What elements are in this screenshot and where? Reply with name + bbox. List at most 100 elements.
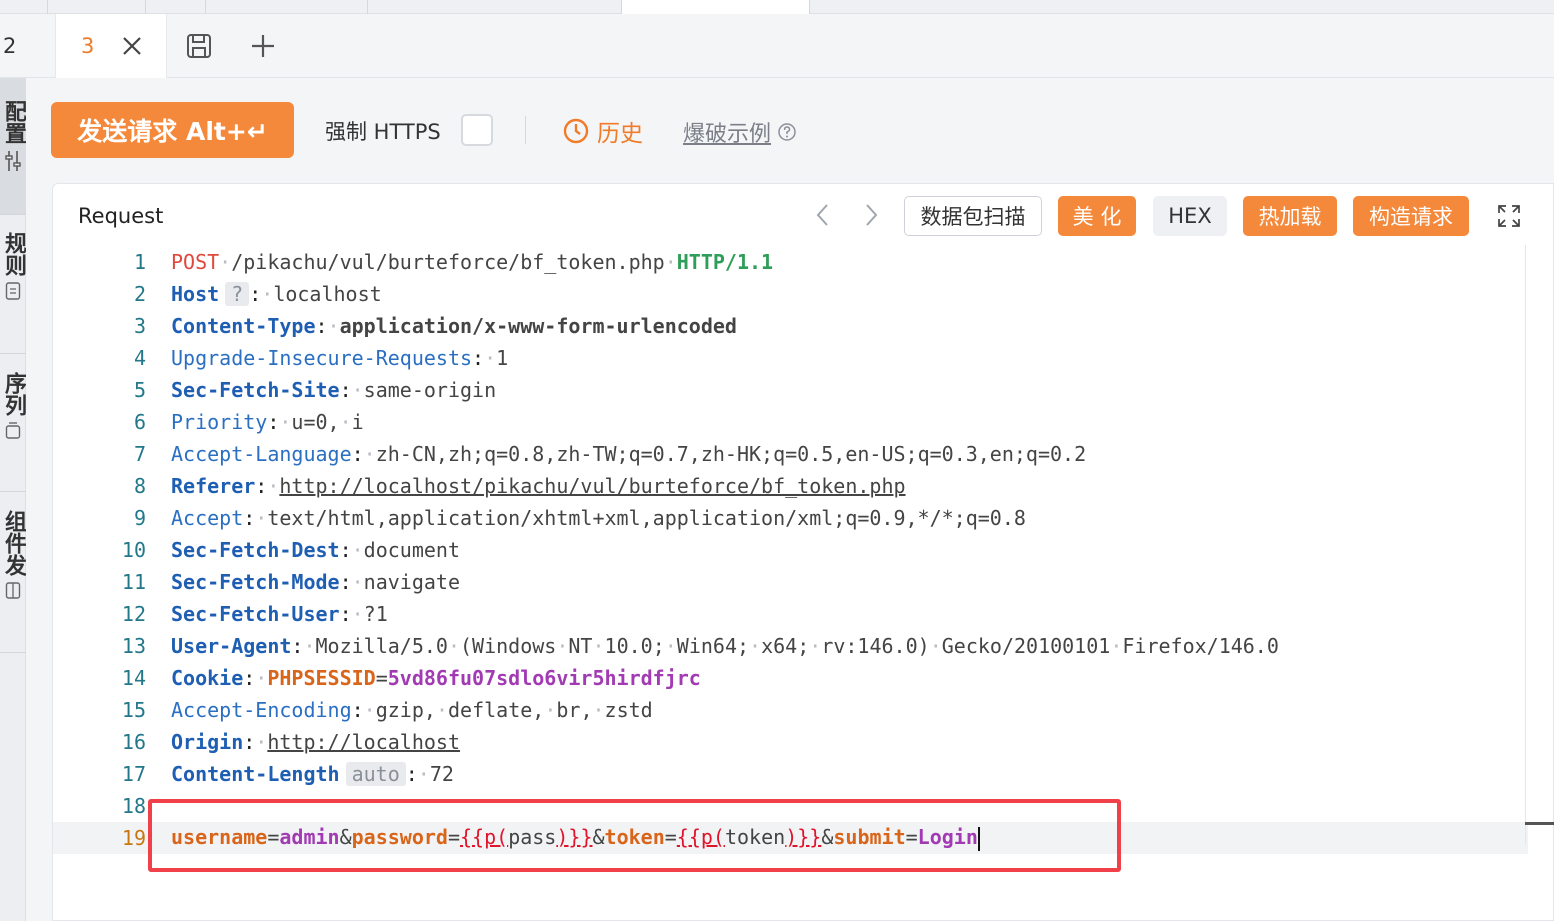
help-icon <box>778 123 796 141</box>
clock-icon <box>563 118 589 144</box>
sidebar-item-config[interactable]: 配置 <box>0 78 26 214</box>
save-icon[interactable] <box>184 31 214 61</box>
line-number: 19 <box>121 826 146 850</box>
line-number: 10 <box>121 538 146 562</box>
auto-badge: auto <box>345 762 406 786</box>
top-tab[interactable] <box>368 0 622 14</box>
next-arrow-icon[interactable] <box>863 202 879 235</box>
code-line: 3 Content-Type:·application/x-www-form-u… <box>53 310 1528 342</box>
origin-link[interactable]: http://localhost <box>267 730 460 754</box>
force-https-checkbox[interactable] <box>461 114 493 146</box>
sidebar-item-components[interactable]: 组件发 <box>0 506 26 636</box>
top-tab[interactable] <box>206 0 368 14</box>
header-value: Mozilla/5.0·(Windows·NT·10.0;·Win64;·x64… <box>315 634 1279 658</box>
line-number: 5 <box>133 378 146 402</box>
referer-link[interactable]: http://localhost/pikachu/vul/burteforce/… <box>279 474 905 498</box>
header-key: Sec-Fetch-Mode <box>171 570 340 594</box>
bruteforce-example-link[interactable]: 爆破示例 <box>683 116 797 148</box>
header-key: Host <box>171 282 220 306</box>
sidebar-divider <box>0 491 26 492</box>
cookie-name: PHPSESSID <box>267 666 376 690</box>
hex-button[interactable]: HEX <box>1153 196 1227 236</box>
tab-3-label: 3 <box>81 34 95 58</box>
header-key: Accept-Language <box>171 442 352 466</box>
example-label: 爆破示例 <box>683 122 772 147</box>
hotload-button[interactable]: 热加载 <box>1243 196 1337 236</box>
request-path: /pikachu/vul/burteforce/bf_token.php <box>231 250 665 274</box>
left-sidebar: 配置 规则 序列 组件发 <box>0 78 26 921</box>
sliders-icon <box>5 151 21 171</box>
code-line: 14 Cookie:·PHPSESSID=5vd86fu07sdlo6vir5h… <box>53 662 1528 694</box>
code-line: 11 Sec-Fetch-Mode:·navigate <box>53 566 1528 598</box>
header-key: Cookie <box>171 666 244 690</box>
sidebar-item-rules[interactable]: 规则 <box>0 228 26 348</box>
header-key: Priority <box>171 410 268 434</box>
line-number: 1 <box>133 250 146 274</box>
construct-request-button[interactable]: 构造请求 <box>1353 196 1469 236</box>
add-tab-icon[interactable] <box>248 31 278 61</box>
header-value: text/html,application/xhtml+xml,applicat… <box>267 506 1026 530</box>
top-tab[interactable] <box>48 0 146 14</box>
header-key: Sec-Fetch-Dest <box>171 538 340 562</box>
send-request-label: 发送请求 Alt+↵ <box>77 117 268 146</box>
header-key: Accept <box>171 506 244 530</box>
line-number: 2 <box>133 282 146 306</box>
header-value: u=0,·i <box>291 410 364 434</box>
cookie-value: 5vd86fu07sdlo6vir5hirdfjrc <box>387 666 701 690</box>
sidebar-item-sequence[interactable]: 序列 <box>0 368 26 488</box>
top-tab-active[interactable] <box>622 0 810 14</box>
header-value: 72 <box>429 762 454 786</box>
sidebar-item-label: 配置 <box>1 100 26 144</box>
header-value: document <box>363 538 460 562</box>
header-value: localhost <box>273 282 382 306</box>
sidebar-divider <box>0 214 26 215</box>
sidebar-divider <box>0 652 26 653</box>
header-value: gzip,·deflate,·br,·zstd <box>375 698 653 722</box>
layers-icon <box>5 422 21 439</box>
top-tab[interactable] <box>0 0 48 14</box>
line-number: 16 <box>121 730 146 754</box>
line-number: 7 <box>133 442 146 466</box>
header-key: Upgrade-Insecure-Requests <box>171 346 473 370</box>
beautify-button[interactable]: 美 化 <box>1058 196 1136 236</box>
line-number: 13 <box>121 634 146 658</box>
code-line: 5 Sec-Fetch-Site:·same-origin <box>53 374 1528 406</box>
line-number: 9 <box>133 506 146 530</box>
line-number: 6 <box>133 410 146 434</box>
header-key: Content-Type <box>171 314 316 338</box>
send-request-button[interactable]: 发送请求 Alt+↵ <box>51 102 294 158</box>
request-title: Request <box>78 204 164 228</box>
tab-3-active[interactable]: 3 <box>55 14 167 79</box>
fullscreen-icon[interactable] <box>1497 204 1521 232</box>
code-line: 13 User-Agent:·Mozilla/5.0·(Windows·NT·1… <box>53 630 1528 662</box>
line-number: 15 <box>121 698 146 722</box>
line-number: 3 <box>133 314 146 338</box>
header-key: Content-Length <box>171 762 340 786</box>
sidebar-item-label: 规则 <box>1 232 26 276</box>
main-panel: 发送请求 Alt+↵ 强制 HTTPS 历史 爆破示例 Request 数据包扫… <box>26 78 1554 921</box>
editor-scrollbar[interactable] <box>1525 245 1526 845</box>
header-key: Accept-Encoding <box>171 698 352 722</box>
packet-scan-button[interactable]: 数据包扫描 <box>904 196 1042 236</box>
line-number: 14 <box>121 666 146 690</box>
host-badge: ? <box>225 282 250 306</box>
scroll-position-marker[interactable] <box>1525 822 1554 825</box>
header-key: Sec-Fetch-User <box>171 602 340 626</box>
tab-2[interactable]: 2 <box>3 34 16 58</box>
history-button[interactable]: 历史 <box>563 114 643 148</box>
header-value: zh-CN,zh;q=0.8,zh-TW;q=0.7,zh-HK;q=0.5,e… <box>375 442 1087 466</box>
prev-arrow-icon[interactable] <box>815 202 831 235</box>
header-value: ?1 <box>363 602 388 626</box>
top-tab-strip <box>0 0 1554 14</box>
header-key: Origin <box>171 730 244 754</box>
line-number: 11 <box>121 570 146 594</box>
http-protocol: HTTP/1.1 <box>676 250 774 274</box>
close-tab-icon[interactable] <box>118 32 146 60</box>
sidebar-item-label: 序列 <box>1 372 26 416</box>
top-tab[interactable] <box>146 0 206 14</box>
force-https-label: 强制 HTTPS <box>325 120 441 144</box>
code-line: 2 Host?:·localhost <box>53 278 1528 310</box>
line-number: 17 <box>121 762 146 786</box>
code-line: 17 Content-Length auto:·72 <box>53 758 1528 790</box>
code-line: 12 Sec-Fetch-User:·?1 <box>53 598 1528 630</box>
